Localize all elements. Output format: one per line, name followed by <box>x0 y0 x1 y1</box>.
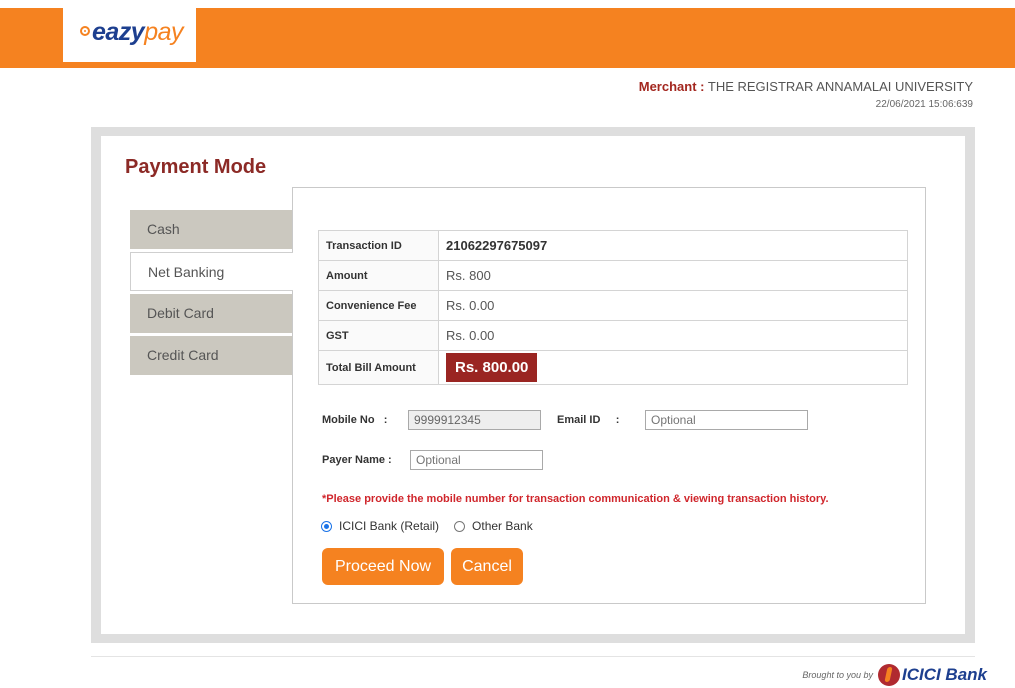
icici-bank-radio[interactable] <box>321 520 332 532</box>
transaction-id-value: 21062297675097 <box>438 230 908 261</box>
total-bill-label: Total Bill Amount <box>318 350 439 385</box>
mobile-label: Mobile No : <box>322 414 388 426</box>
transaction-datetime: 22/06/2021 15:06:639 <box>875 99 973 110</box>
icici-bank-label[interactable]: ICICI Bank (Retail) <box>339 519 439 533</box>
gst-value: Rs. 0.00 <box>438 320 908 351</box>
convenience-fee-value: Rs. 0.00 <box>438 290 908 321</box>
total-bill-amount: Rs. 800.00 <box>446 353 538 382</box>
merchant-info: Merchant : THE REGISTRAR ANNAMALAI UNIVE… <box>639 79 973 94</box>
table-row: Total Bill Amount Rs. 800.00 <box>318 350 908 385</box>
table-row: Amount Rs. 800 <box>318 260 908 291</box>
payer-name-label: Payer Name : <box>322 454 392 466</box>
bank-selection: ICICI Bank (Retail) Other Bank <box>321 519 533 533</box>
brought-by-text: Brought to you by <box>802 670 873 680</box>
tab-cash[interactable]: Cash <box>130 210 292 249</box>
other-bank-radio[interactable] <box>454 520 466 532</box>
eazypay-logo: eazypay <box>63 8 196 62</box>
mobile-number-note: *Please provide the mobile number for tr… <box>322 493 829 505</box>
merchant-label: Merchant <box>638 79 697 94</box>
logo-text: eazypay <box>92 18 184 46</box>
table-row: GST Rs. 0.00 <box>318 320 908 351</box>
amount-label: Amount <box>318 260 439 291</box>
net-banking-content: Transaction ID 21062297675097 Amount Rs.… <box>292 187 926 604</box>
proceed-now-button[interactable]: Proceed Now <box>322 548 444 585</box>
convenience-fee-label: Convenience Fee <box>318 290 439 321</box>
tab-credit-card[interactable]: Credit Card <box>130 336 292 375</box>
logo-mark-icon <box>80 26 90 36</box>
tab-net-banking[interactable]: Net Banking <box>130 252 293 291</box>
transaction-summary-table: Transaction ID 21062297675097 Amount Rs.… <box>318 230 908 385</box>
footer-divider <box>91 656 975 657</box>
cancel-button[interactable]: Cancel <box>451 548 523 585</box>
gst-label: GST <box>318 320 439 351</box>
icici-logo-icon <box>877 664 900 686</box>
total-bill-cell: Rs. 800.00 <box>438 350 908 385</box>
table-row: Transaction ID 21062297675097 <box>318 230 908 261</box>
icici-bank-name: ICICI Bank <box>901 665 987 684</box>
other-bank-label[interactable]: Other Bank <box>472 519 533 533</box>
merchant-name: THE REGISTRAR ANNAMALAI UNIVERSITY <box>707 79 973 94</box>
amount-value: Rs. 800 <box>438 260 908 291</box>
payment-panel: Payment Mode Cash Net Banking Debit Card… <box>101 136 965 634</box>
transaction-id-label: Transaction ID <box>318 230 439 261</box>
page-title: Payment Mode <box>125 156 267 178</box>
merchant-separator: : <box>700 79 705 94</box>
footer-branding: Brought to you by ICICI Bank <box>802 664 987 686</box>
table-row: Convenience Fee Rs. 0.00 <box>318 290 908 321</box>
top-header-bar: eazypay <box>0 8 1015 68</box>
email-label: Email ID : <box>557 414 620 426</box>
payer-name-input[interactable] <box>410 450 543 470</box>
payment-frame: Payment Mode Cash Net Banking Debit Card… <box>91 127 975 643</box>
mobile-number-input[interactable] <box>408 410 541 430</box>
payment-mode-tabs: Cash Net Banking Debit Card Credit Card <box>130 210 293 378</box>
email-input[interactable] <box>645 410 808 430</box>
tab-debit-card[interactable]: Debit Card <box>130 294 292 333</box>
